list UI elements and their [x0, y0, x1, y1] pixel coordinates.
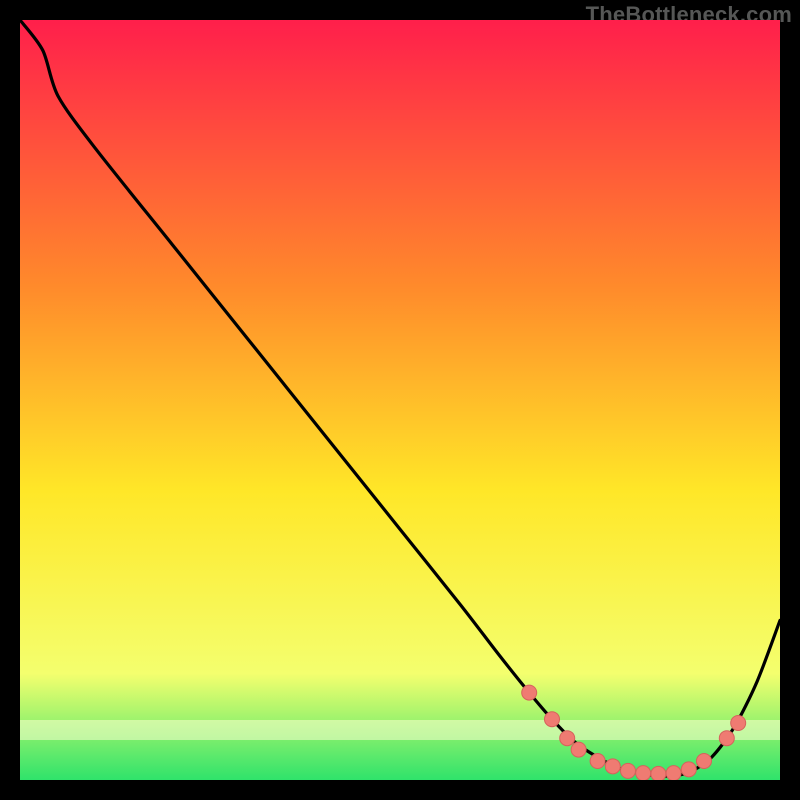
curve-marker: [719, 731, 734, 746]
curve-marker: [651, 766, 666, 780]
curve-marker: [605, 759, 620, 774]
chart-frame: TheBottleneck.com: [0, 0, 800, 800]
chart-plot: [20, 20, 780, 780]
curve-marker: [666, 766, 681, 780]
curve-marker: [697, 754, 712, 769]
curve-marker: [731, 716, 746, 731]
curve-marker: [621, 763, 636, 778]
curve-marker: [560, 731, 575, 746]
curve-marker: [590, 754, 605, 769]
gradient-background: [20, 20, 780, 780]
curve-marker: [571, 742, 586, 757]
curve-marker: [681, 762, 696, 777]
highlight-band: [20, 720, 780, 740]
curve-marker: [545, 712, 560, 727]
curve-marker: [522, 685, 537, 700]
curve-marker: [636, 766, 651, 780]
